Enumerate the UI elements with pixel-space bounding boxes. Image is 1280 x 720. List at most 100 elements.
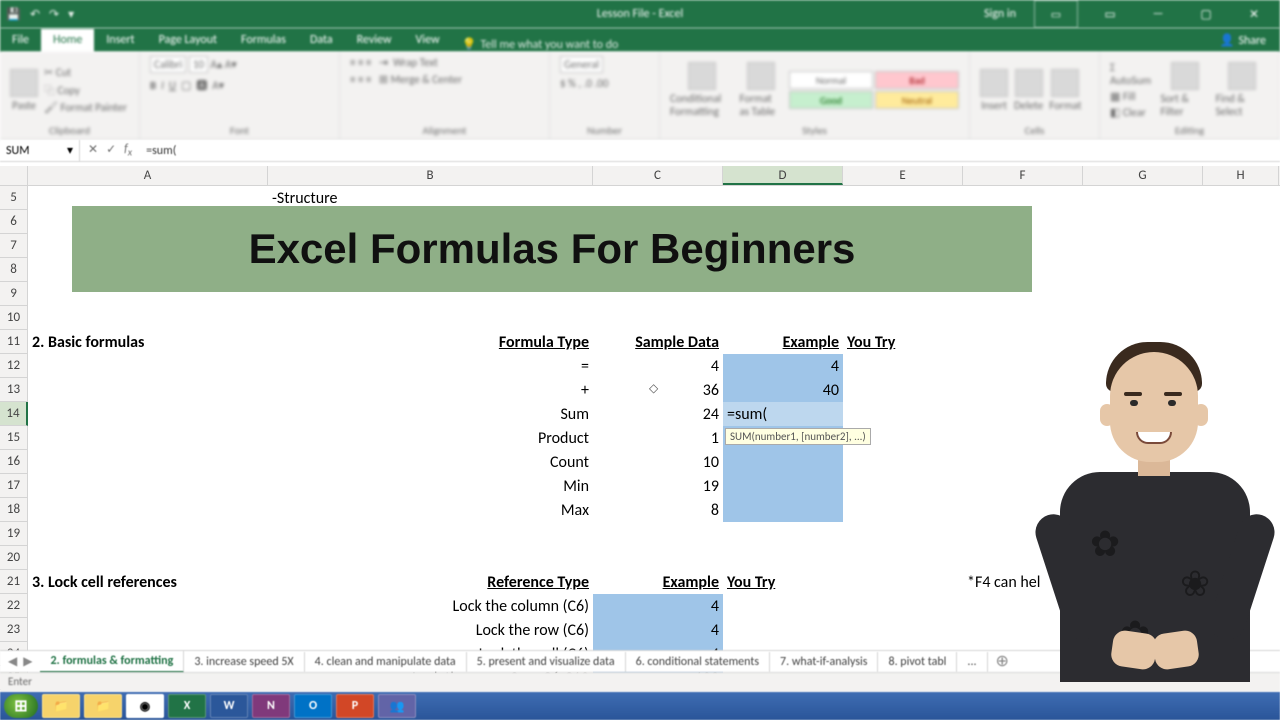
row-header-18[interactable]: 18 [0, 498, 28, 522]
name-box[interactable]: SUM▾ [0, 140, 80, 161]
delete-cells-button[interactable]: Delete [1014, 69, 1043, 112]
taskbar-outlook[interactable]: O [294, 694, 332, 718]
col-header-a[interactable]: A [28, 166, 268, 185]
share-button[interactable]: 👤 Share [1205, 29, 1280, 52]
tab-view[interactable]: View [404, 29, 452, 52]
tab-nav-prev-icon[interactable]: ◀ [8, 654, 17, 669]
formula-input[interactable]: =sum( [140, 144, 1280, 158]
tab-data[interactable]: Data [298, 29, 345, 52]
format-cells-button[interactable]: Format [1049, 69, 1081, 112]
col-header-g[interactable]: G [1083, 166, 1203, 185]
font-family-select[interactable]: Calibri [150, 56, 186, 73]
tab-review[interactable]: Review [345, 29, 404, 52]
taskbar-powerpoint[interactable]: P [336, 694, 374, 718]
format-as-table-button[interactable]: Format as Table [740, 62, 784, 118]
cancel-formula-icon[interactable]: ✕ [88, 142, 98, 158]
account-icon[interactable]: ▭ [1034, 0, 1078, 28]
new-sheet-button[interactable]: ⊕ [988, 653, 1017, 671]
clear-button[interactable]: ◧ Clear [1110, 106, 1154, 119]
merge-button[interactable]: ≡ ≡ ≡ ⊞ Merge & Center [350, 73, 462, 86]
function-tooltip: SUM(number1, [number2], ...) [725, 428, 871, 445]
sheet-tab-4[interactable]: 5. present and visualize data [467, 652, 626, 672]
taskbar-teams[interactable]: 👥 [378, 694, 416, 718]
row-header-14[interactable]: 14 [0, 402, 28, 426]
font-size-select[interactable]: 10 [189, 56, 208, 73]
active-cell-d14[interactable]: =sum( SUM(number1, [number2], ...) [723, 402, 843, 426]
paste-button[interactable]: Paste [10, 69, 38, 112]
fill-button[interactable]: ▦ Fill [1110, 90, 1154, 103]
find-select-button[interactable]: Find & Select [1216, 62, 1269, 118]
taskbar-chrome[interactable]: ◉ [126, 694, 164, 718]
insert-cells-button[interactable]: Insert [980, 69, 1008, 112]
row-header-15[interactable]: 15 [0, 426, 28, 450]
row-header-19[interactable]: 19 [0, 522, 28, 546]
tab-insert[interactable]: Insert [94, 29, 146, 52]
row-header-23[interactable]: 23 [0, 618, 28, 642]
row-header-13[interactable]: 13 [0, 378, 28, 402]
col-header-f[interactable]: F [963, 166, 1083, 185]
tab-nav-next-icon[interactable]: ▶ [23, 654, 32, 669]
undo-icon[interactable]: ↶ [30, 7, 40, 22]
qat-more-icon[interactable]: ▾ [68, 7, 74, 22]
col-header-c[interactable]: C [593, 166, 723, 185]
row-header-10[interactable]: 10 [0, 306, 28, 330]
save-icon[interactable]: 💾 [6, 7, 21, 22]
taskbar-explorer[interactable]: 📁 [42, 694, 80, 718]
tab-home[interactable]: Home [41, 29, 94, 52]
number-format-select[interactable]: General [560, 56, 603, 73]
fx-icon[interactable]: fx [124, 142, 132, 158]
row-header-17[interactable]: 17 [0, 474, 28, 498]
sheet-tab-3[interactable]: 4. clean and manipulate data [305, 652, 467, 672]
number-buttons[interactable]: $ % , .0 .00 [560, 77, 608, 90]
sheet-tab-2[interactable]: 3. increase speed 5X [184, 652, 304, 672]
cut-button[interactable]: ✂ Cut [44, 66, 127, 79]
row-header-6[interactable]: 6 [0, 210, 28, 234]
group-cells-label: Cells [980, 124, 1089, 137]
ribbon-options-icon[interactable]: ▭ [1088, 0, 1132, 28]
row-header-22[interactable]: 22 [0, 594, 28, 618]
sheet-tab-more[interactable]: ... [957, 652, 987, 672]
taskbar-word[interactable]: W [210, 694, 248, 718]
cell-styles-gallery[interactable]: Normal Bad Good Neutral [789, 71, 959, 109]
minimize-button[interactable]: — [1136, 0, 1180, 28]
row-header-12[interactable]: 12 [0, 354, 28, 378]
col-header-b[interactable]: B [268, 166, 593, 185]
tell-me-search[interactable]: 💡 Tell me what you want to do [462, 37, 619, 52]
row-header-9[interactable]: 9 [0, 282, 28, 306]
signin-label[interactable]: Sign in [978, 0, 1022, 28]
row-header-20[interactable]: 20 [0, 546, 28, 570]
redo-icon[interactable]: ↷ [49, 7, 59, 22]
enter-formula-icon[interactable]: ✓ [106, 142, 116, 158]
taskbar-excel[interactable]: X [168, 694, 206, 718]
sheet-tab-6[interactable]: 7. what-if-analysis [770, 652, 878, 672]
select-all-corner[interactable] [0, 166, 28, 185]
start-button[interactable]: ⊞ [4, 694, 38, 718]
close-button[interactable]: ✕ [1232, 0, 1276, 28]
smart-tag-icon[interactable]: ◇ [649, 381, 658, 396]
sheet-tab-7[interactable]: 8. pivot tabl [878, 652, 957, 672]
sheet-tab-1[interactable]: 2. formulas & formatting [40, 651, 184, 673]
tab-file[interactable]: File [0, 29, 41, 52]
row-header-7[interactable]: 7 [0, 234, 28, 258]
format-painter-button[interactable]: 🖌 Format Painter [44, 101, 127, 114]
alignment-buttons[interactable]: ≡ ≡ ≡ ⇥ Wrap Text [350, 56, 438, 69]
maximize-button[interactable]: ▢ [1184, 0, 1228, 28]
col-header-d[interactable]: D [723, 166, 843, 185]
conditional-formatting-button[interactable]: Conditional Formatting [670, 62, 734, 118]
tab-page-layout[interactable]: Page Layout [147, 29, 229, 52]
font-style-buttons[interactable]: B I U ▢ 🅰 A▾ [150, 77, 224, 93]
autosum-button[interactable]: Σ AutoSum [1110, 61, 1154, 87]
sort-filter-button[interactable]: Sort & Filter [1160, 62, 1209, 118]
row-header-21[interactable]: 21 [0, 570, 28, 594]
col-header-e[interactable]: E [843, 166, 963, 185]
row-header-8[interactable]: 8 [0, 258, 28, 282]
taskbar-explorer-2[interactable]: 📁 [84, 694, 122, 718]
taskbar-onenote[interactable]: N [252, 694, 290, 718]
row-header-11[interactable]: 11 [0, 330, 28, 354]
row-header-5[interactable]: 5 [0, 186, 28, 210]
row-header-16[interactable]: 16 [0, 450, 28, 474]
tab-formulas[interactable]: Formulas [229, 29, 298, 52]
copy-button[interactable]: ⿻ Copy [44, 82, 127, 98]
col-header-h[interactable]: H [1203, 166, 1279, 185]
sheet-tab-5[interactable]: 6. conditional statements [626, 652, 770, 672]
